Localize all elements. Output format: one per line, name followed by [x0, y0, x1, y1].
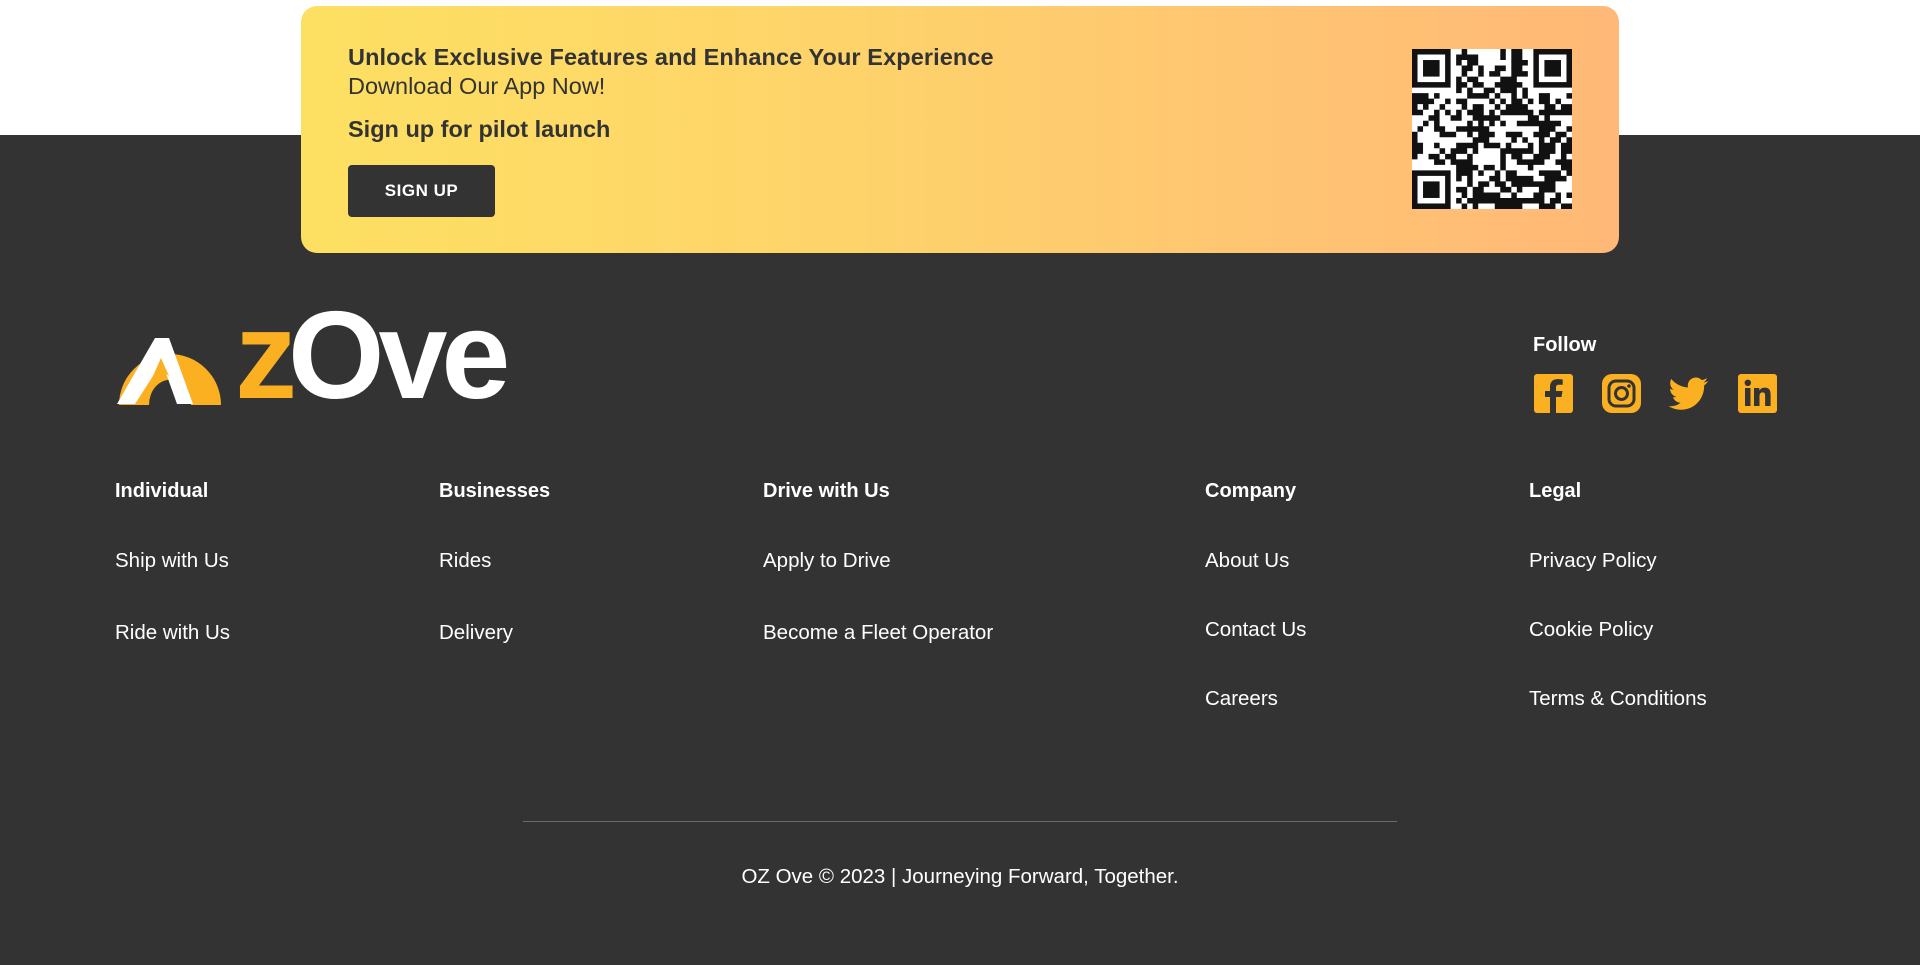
logo-mark-icon: [117, 338, 221, 405]
link-careers[interactable]: Careers: [1205, 687, 1278, 711]
copyright-text: OZ Ove © 2023 | Journeying Forward, Toge…: [741, 865, 1179, 888]
link-terms-conditions[interactable]: Terms & Conditions: [1529, 687, 1707, 711]
logo-text-ove: Ove: [288, 287, 510, 425]
column-title: Legal: [1529, 480, 1582, 502]
footer-divider: [523, 821, 1397, 822]
link-ship-with-us[interactable]: Ship with Us: [115, 549, 229, 573]
instagram-icon[interactable]: [1601, 373, 1642, 414]
link-apply-to-drive[interactable]: Apply to Drive: [763, 549, 891, 573]
logo-text-z: z: [235, 287, 297, 425]
column-title: Company: [1205, 480, 1297, 502]
link-rides[interactable]: Rides: [439, 549, 491, 573]
link-delivery[interactable]: Delivery: [439, 621, 513, 645]
banner-subheadline: Download Our App Now!: [348, 73, 606, 99]
follow-heading: Follow: [1533, 334, 1597, 356]
sign-up-button[interactable]: SIGN UP: [348, 165, 495, 217]
page: Unlock Exclusive Features and Enhance Yo…: [0, 0, 1920, 965]
column-title: Drive with Us: [763, 480, 890, 502]
app-download-qr-code[interactable]: [1412, 49, 1572, 209]
column-title: Businesses: [439, 480, 551, 502]
banner-headline: Unlock Exclusive Features and Enhance Yo…: [348, 44, 994, 70]
link-become-fleet-operator[interactable]: Become a Fleet Operator: [763, 621, 993, 645]
column-title: Individual: [115, 480, 209, 502]
ozove-logo[interactable]: z Ove: [105, 287, 510, 425]
facebook-icon[interactable]: [1533, 373, 1574, 414]
app-download-banner: Unlock Exclusive Features and Enhance Yo…: [301, 6, 1619, 253]
qr-code-image: [1412, 49, 1572, 209]
link-contact-us[interactable]: Contact Us: [1205, 618, 1306, 642]
linkedin-icon[interactable]: [1737, 373, 1778, 414]
link-about-us[interactable]: About Us: [1205, 549, 1289, 573]
twitter-icon[interactable]: [1668, 373, 1709, 414]
pilot-launch-text: Sign up for pilot launch: [348, 116, 611, 142]
link-privacy-policy[interactable]: Privacy Policy: [1529, 549, 1657, 573]
link-ride-with-us[interactable]: Ride with Us: [115, 621, 230, 645]
link-cookie-policy[interactable]: Cookie Policy: [1529, 618, 1653, 642]
